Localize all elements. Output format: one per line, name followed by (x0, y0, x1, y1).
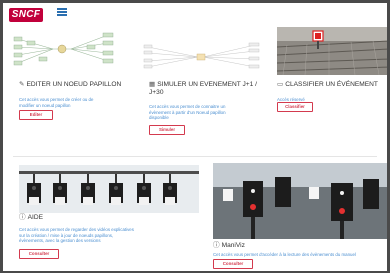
signal-boxes-photo-thumbnail (19, 165, 199, 213)
card-title: ✎ EDITER UN NOEUD PAPILLON (19, 81, 122, 88)
card-classifier: ▭ CLASSIFIER UN ÉVÉNEMENT Accès réservé C… (269, 25, 387, 145)
card-title: ⓘ AIDE (19, 214, 43, 221)
classifier-button[interactable]: Classifier (277, 102, 313, 112)
card-aide: ⓘ AIDE Cet accès vous permet de regarder … (3, 161, 203, 271)
help-icon: ⓘ (213, 242, 220, 249)
card-editer: ✎ EDITER UN NOEUD PAPILLON Cet accès vous… (3, 25, 133, 145)
maniviz-consulter-button[interactable]: Consulter (213, 259, 253, 269)
card-maniviz: ⓘ ManiViz Cet accès vous permet d'accéder… (203, 161, 387, 271)
folder-icon: ▭ (277, 81, 284, 88)
card-simuler: ▦ SIMULER UN EVENEMENT J+1 / J+30 Cet acc… (133, 25, 263, 145)
card-title: ⓘ ManiViz (213, 242, 245, 249)
top-bar: SNCF (3, 3, 387, 25)
bowtie-diagram-thumbnail (143, 39, 263, 75)
hamburger-icon[interactable] (57, 8, 67, 16)
divider (13, 156, 377, 157)
card-description: Cet accès vous permet d'accéder à la lec… (213, 252, 356, 257)
signals-photo-thumbnail (213, 163, 387, 239)
help-icon: ⓘ (19, 214, 26, 221)
card-description: Cet accès vous permet de regarder des vi… (19, 227, 134, 243)
card-description: Cet accès vous permet de connaitre un év… (149, 104, 226, 120)
edit-icon: ✎ (19, 81, 25, 88)
aide-consulter-button[interactable]: Consulter (19, 249, 59, 259)
card-description: Cet accès vous permet de créer ou de mod… (19, 97, 94, 108)
sncf-logo[interactable]: SNCF (9, 8, 43, 22)
railway-photo-thumbnail (277, 27, 387, 75)
card-title: ▭ CLASSIFIER UN ÉVÉNEMENT (277, 81, 378, 88)
card-title: ▦ SIMULER UN EVENEMENT J+1 / J+30 (149, 81, 257, 96)
simuler-button[interactable]: Simuler (149, 125, 185, 135)
editer-button[interactable]: Editer (19, 110, 53, 120)
bowtie-diagram-thumbnail (13, 27, 128, 72)
app-window: SNCF ✎ EDITER UN NOEUD PAPILLON Cet accè… (3, 3, 387, 271)
calendar-icon: ▦ (149, 81, 156, 88)
